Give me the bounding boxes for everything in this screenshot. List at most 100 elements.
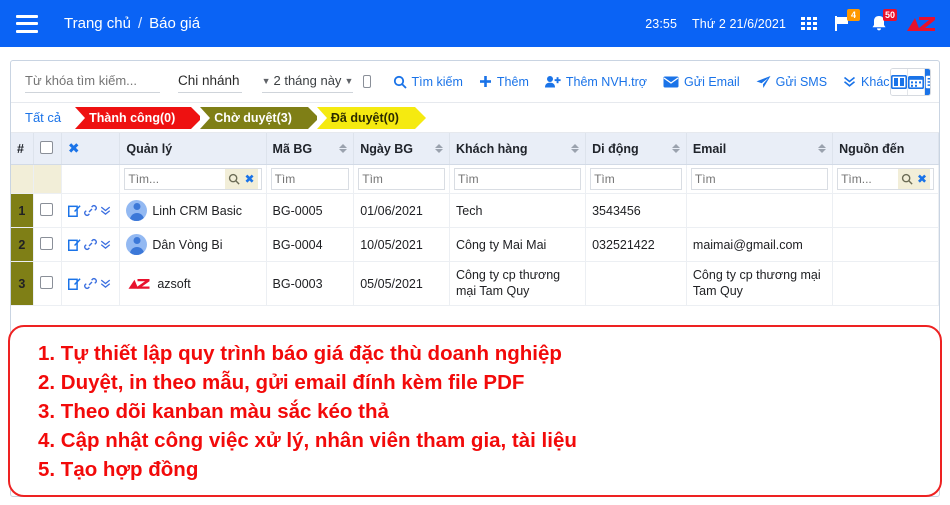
sort-icon[interactable] — [818, 144, 827, 153]
row-customer: Tech — [449, 193, 587, 228]
row-date: 10/05/2021 — [353, 227, 450, 262]
link-icon[interactable] — [83, 238, 97, 251]
row-manager: Linh CRM Basic — [119, 193, 267, 228]
table-row[interactable]: 3 azsoft BG-0003 05/05/2021 Công ty cp t… — [11, 261, 939, 307]
status-tab-pending[interactable]: Chờ duyệt(3) — [200, 106, 319, 129]
edit-icon[interactable] — [67, 277, 81, 291]
filter-code-input[interactable] — [274, 172, 346, 186]
table-header-row: # ✖ Quản lý Mã BG Ngày BG Khách hàng Di … — [11, 133, 939, 165]
add-support-staff-button[interactable]: Thêm NVH.trợ — [544, 74, 647, 89]
branch-selector[interactable]: Chi nhánh — [178, 70, 242, 93]
header-source[interactable]: Nguồn đến — [832, 133, 939, 165]
breadcrumb-home[interactable]: Trang chủ — [64, 15, 131, 32]
top-navigation-bar: Trang chủ / Báo giá 23:55 Thứ 2 21/6/202… — [0, 0, 950, 47]
search-icon[interactable] — [901, 173, 913, 185]
chevron-double-down-icon[interactable] — [100, 239, 111, 250]
send-sms-label: Gửi SMS — [775, 74, 828, 89]
filter-email-cell — [686, 164, 834, 194]
calendar-view-button[interactable] — [907, 68, 925, 95]
avatar-icon — [126, 234, 148, 255]
header-manager[interactable]: Quản lý — [119, 133, 267, 165]
row-number: 1 — [11, 193, 34, 228]
status-tab-all[interactable]: Tất cả — [25, 110, 61, 125]
filter-customer-input[interactable] — [458, 172, 578, 186]
overlay-line-2: 2. Duyệt, in theo mẫu, gửi email đính kè… — [38, 371, 525, 394]
clock-time: 23:55 — [645, 16, 678, 31]
status-tab-success[interactable]: Thành công(0) — [75, 106, 203, 129]
filter-manager-cell: ✖ — [119, 164, 267, 194]
feature-highlight-overlay: 1. Tự thiết lập quy trình báo giá đặc th… — [8, 325, 942, 497]
row-checkbox[interactable] — [39, 275, 53, 289]
filter-date-input[interactable] — [362, 172, 441, 186]
row-checkbox[interactable] — [39, 202, 53, 216]
clear-x-icon[interactable]: ✖ — [68, 140, 80, 156]
app-root: Trang chủ / Báo giá 23:55 Thứ 2 21/6/202… — [0, 0, 950, 505]
filter-source-input[interactable] — [841, 172, 898, 186]
sort-icon[interactable] — [571, 144, 580, 153]
status-tab-bar: Tất cả Thành công(0) Chờ duyệt(3) Đã duy… — [11, 103, 939, 133]
flag-icon[interactable]: 4 — [832, 8, 860, 35]
header-mobile-label: Di động — [592, 141, 639, 156]
add-button[interactable]: Thêm — [479, 75, 529, 89]
clear-x-icon[interactable]: ✖ — [244, 172, 254, 186]
header-email[interactable]: Email — [686, 133, 834, 165]
table-row[interactable]: 2 Dân Vòng Bi BG-0004 10/05/2021 Công ty… — [11, 227, 939, 262]
search-icon[interactable] — [228, 173, 241, 185]
sort-icon[interactable] — [435, 144, 443, 153]
filter-mobile-input[interactable] — [594, 172, 678, 186]
row-code[interactable]: BG-0004 — [266, 227, 355, 262]
search-input[interactable] — [25, 70, 160, 93]
row-manager: Dân Vòng Bi — [119, 227, 267, 262]
azsoft-logo-icon[interactable] — [906, 13, 936, 35]
row-code[interactable]: BG-0003 — [266, 261, 355, 307]
row-manager: azsoft — [119, 261, 267, 307]
hamburger-icon[interactable] — [16, 14, 38, 33]
search-icon — [393, 75, 407, 89]
send-sms-button[interactable]: Gửi SMS — [756, 75, 827, 89]
header-num: # — [11, 133, 34, 165]
filter-customer-cell — [449, 164, 587, 194]
header-customer[interactable]: Khách hàng — [449, 133, 587, 165]
filter-code-cell — [266, 164, 355, 194]
row-checkbox[interactable] — [39, 236, 53, 250]
date-range-label: 2 tháng này — [273, 73, 342, 88]
row-mobile: 3543456 — [585, 193, 687, 228]
header-code[interactable]: Mã BG — [266, 133, 355, 165]
overlay-line-1: 1. Tự thiết lập quy trình báo giá đặc th… — [38, 342, 562, 365]
chevron-double-down-icon[interactable] — [100, 278, 111, 289]
filter-manager-input[interactable] — [128, 172, 226, 186]
sort-icon[interactable] — [339, 144, 348, 153]
header-mobile[interactable]: Di động — [585, 133, 687, 165]
date-range-selector[interactable]: ▼ 2 tháng này ▼ — [261, 70, 354, 93]
grid-apps-icon[interactable] — [801, 17, 817, 30]
filter-source-icons: ✖ — [897, 169, 930, 189]
link-icon[interactable] — [83, 277, 97, 290]
edit-icon[interactable] — [67, 204, 81, 217]
filter-email-input[interactable] — [694, 172, 825, 186]
link-icon[interactable] — [83, 204, 97, 217]
row-source — [832, 261, 939, 307]
edit-icon[interactable] — [67, 238, 81, 251]
table-row[interactable]: 1 Linh CRM Basic BG-0005 01/06/2021 Tech… — [11, 193, 939, 228]
header-date[interactable]: Ngày BG — [353, 133, 450, 165]
add-support-staff-label: Thêm NVH.trợ — [565, 74, 647, 89]
toolbar-checkbox[interactable] — [363, 75, 371, 88]
row-email: maimai@gmail.com — [686, 227, 834, 262]
chevron-double-down-icon[interactable] — [100, 205, 111, 216]
list-view-button[interactable] — [924, 68, 930, 95]
clear-x-icon[interactable]: ✖ — [917, 172, 927, 186]
row-manager-label: Dân Vòng Bi — [152, 237, 223, 252]
more-button[interactable]: Khác — [843, 75, 890, 89]
columns-view-button[interactable] — [890, 68, 908, 95]
send-email-button[interactable]: Gửi Email — [663, 75, 740, 89]
row-code[interactable]: BG-0005 — [266, 193, 355, 228]
select-all-checkbox[interactable] — [39, 140, 53, 154]
breadcrumb-current[interactable]: Báo giá — [149, 15, 200, 32]
bell-icon[interactable]: 50 — [869, 8, 897, 35]
search-button[interactable]: Tìm kiếm — [393, 75, 463, 89]
status-tab-approved[interactable]: Đã duyệt(0) — [316, 106, 427, 129]
toolbar: Chi nhánh ▼ 2 tháng này ▼ Tìm kiếm — [11, 61, 939, 103]
bell-badge-count: 50 — [882, 8, 897, 21]
sort-icon[interactable] — [671, 144, 680, 153]
breadcrumb-separator: / — [137, 15, 143, 32]
